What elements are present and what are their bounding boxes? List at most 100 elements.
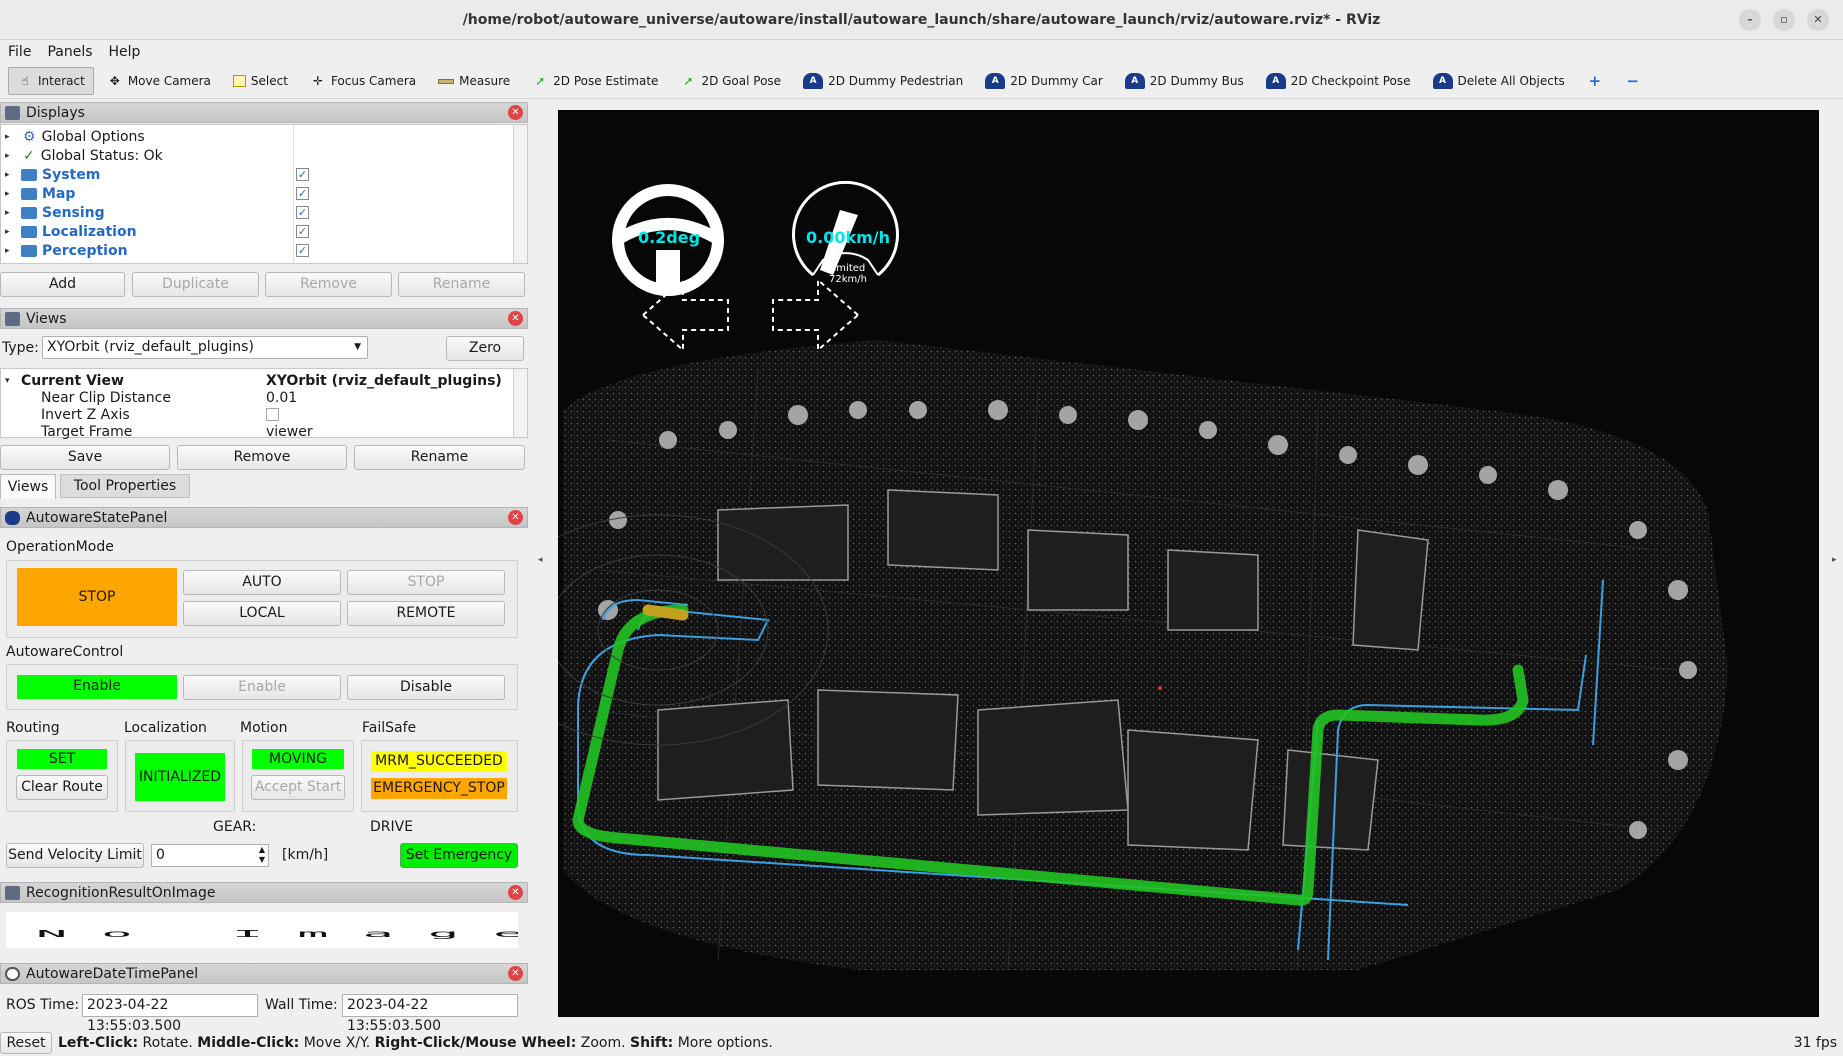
recognition-image: No Image (6, 912, 518, 948)
hint-text: More options. (673, 1035, 773, 1051)
tool-focus-camera[interactable]: ✛ Focus Camera (301, 67, 425, 95)
zero-button[interactable]: Zero (446, 336, 524, 361)
collapse-right-icon[interactable]: ▸ (1832, 555, 1837, 565)
close-icon[interactable]: ✕ (1807, 9, 1829, 31)
localization-checkbox[interactable]: ✓ (296, 225, 309, 238)
tool-checkpoint-pose[interactable]: A 2D Checkpoint Pose (1257, 67, 1420, 95)
close-icon[interactable]: ✕ (508, 510, 523, 525)
menu-panels[interactable]: Panels (47, 44, 92, 60)
plus-icon: + (1588, 72, 1602, 90)
tree-item-map[interactable]: ▸ Map (1, 184, 75, 203)
system-checkbox[interactable]: ✓ (296, 168, 309, 181)
wall-time-field[interactable]: 2023-04-22 13:55:03.500 (342, 994, 518, 1034)
add-tool-button[interactable]: + (1578, 67, 1612, 95)
focus-icon: ✛ (312, 74, 323, 88)
expand-arrow-icon[interactable]: ▸ (5, 246, 15, 256)
tool-select[interactable]: Select (224, 67, 297, 95)
tree-item-global-status[interactable]: ▸ ✓ Global Status: Ok (1, 146, 163, 165)
tool-2d-pose-estimate[interactable]: ➚ 2D Pose Estimate (523, 67, 667, 95)
velocity-limit-input[interactable]: 0 ▲ ▼ (151, 844, 269, 867)
window-titlebar: /home/robot/autoware_universe/autoware/i… (0, 0, 1843, 40)
accept-start-button[interactable]: Accept Start (251, 775, 345, 800)
rename-view-button[interactable]: Rename (354, 445, 525, 470)
collapse-left-icon[interactable]: ◂ (538, 555, 543, 565)
tree-item-global-options[interactable]: ▸ ⚙ Global Options (1, 127, 145, 146)
remote-mode-button[interactable]: REMOTE (347, 601, 505, 626)
target-frame-value[interactable]: viewer (266, 422, 313, 441)
near-clip-value[interactable]: 0.01 (266, 388, 297, 407)
close-icon[interactable]: ✕ (508, 311, 523, 326)
ros-time-field[interactable]: 2023-04-22 13:55:03.500 (82, 994, 258, 1034)
views-scrollbar[interactable] (513, 369, 527, 437)
clear-route-button[interactable]: Clear Route (16, 775, 108, 800)
tool-bar: ☝ Interact ✥ Move Camera Select ✛ Focus Cam… (0, 64, 1843, 99)
tool-label: 2D Dummy Car (1010, 74, 1103, 88)
tree-item-perception[interactable]: ▸ Perception (1, 241, 128, 260)
tool-label: 2D Dummy Bus (1149, 74, 1244, 88)
set-emergency-button[interactable]: Set Emergency (400, 843, 518, 868)
enable-control-button[interactable]: Enable (183, 675, 341, 700)
tool-dummy-bus[interactable]: A 2D Dummy Bus (1116, 67, 1253, 95)
perception-checkbox[interactable]: ✓ (296, 244, 309, 257)
point-cloud-map (558, 180, 1728, 971)
tab-tool-properties[interactable]: Tool Properties (60, 474, 190, 498)
spinner-icon[interactable]: ▲ ▼ (259, 845, 265, 865)
save-view-button[interactable]: Save (0, 445, 170, 470)
expand-arrow-icon[interactable]: ▸ (5, 170, 15, 180)
duplicate-display-button[interactable]: Duplicate (132, 272, 259, 297)
tool-delete-all-objects[interactable]: A Delete All Objects (1424, 67, 1574, 95)
collapse-arrow-icon[interactable]: ▾ (5, 376, 15, 386)
tool-move-camera[interactable]: ✥ Move Camera (98, 67, 220, 95)
turn-signal-right-icon (772, 277, 860, 353)
expand-arrow-icon[interactable]: ▸ (5, 151, 15, 161)
tool-2d-goal-pose[interactable]: ➚ 2D Goal Pose (671, 67, 790, 95)
tree-item-localization[interactable]: ▸ Localization (1, 222, 137, 241)
tab-views[interactable]: Views (0, 474, 56, 499)
tool-label: Interact (38, 74, 85, 88)
steering-angle-text: 0.2deg (637, 228, 701, 247)
tool-interact[interactable]: ☝ Interact (8, 67, 94, 95)
expand-arrow-icon[interactable]: ▸ (5, 189, 15, 199)
views-title: Views (26, 310, 67, 327)
tool-dummy-pedestrian[interactable]: A 2D Dummy Pedestrian (794, 67, 972, 95)
stop-mode-button[interactable]: STOP (347, 570, 505, 595)
expand-arrow-icon[interactable]: ▸ (5, 132, 15, 142)
auto-mode-button[interactable]: AUTO (183, 570, 341, 595)
remove-tool-button[interactable]: − (1616, 67, 1650, 95)
remove-view-button[interactable]: Remove (177, 445, 347, 470)
minimize-icon[interactable]: – (1739, 9, 1761, 31)
tool-dummy-car[interactable]: A 2D Dummy Car (976, 67, 1112, 95)
local-mode-button[interactable]: LOCAL (183, 601, 341, 626)
tree-item-sensing[interactable]: ▸ Sensing (1, 203, 105, 222)
invert-z-checkbox[interactable] (266, 408, 279, 421)
send-velocity-limit-button[interactable]: Send Velocity Limit (6, 843, 144, 868)
maximize-icon[interactable]: ▫ (1773, 9, 1795, 31)
displays-tree[interactable]: ▸ ⚙ Global Options ▸ ✓ Global Status: Ok ▸ Sy… (0, 124, 528, 265)
map-checkbox[interactable]: ✓ (296, 187, 309, 200)
displays-scrollbar[interactable] (513, 125, 527, 263)
datetime-header: AutowareDateTimePanel ✕ (0, 963, 528, 984)
view-type-select[interactable]: XYOrbit (rviz_default_plugins) ▼ (42, 336, 368, 359)
reset-button[interactable]: Reset (0, 1032, 52, 1054)
expand-arrow-icon[interactable]: ▸ (5, 227, 15, 237)
remove-display-button[interactable]: Remove (265, 272, 392, 297)
view-properties-tree[interactable]: ▾ Current View XYOrbit (rviz_default_plug… (0, 368, 528, 441)
rename-display-button[interactable]: Rename (398, 272, 525, 297)
menu-help[interactable]: Help (109, 44, 141, 60)
hint-text: Rotate. (138, 1035, 198, 1051)
menu-file[interactable]: File (8, 44, 31, 60)
expand-arrow-icon[interactable]: ▸ (5, 208, 15, 218)
disable-control-button[interactable]: Disable (347, 675, 505, 700)
render-viewport[interactable]: 0.2deg 0.00km/h limited 72km/h (558, 110, 1819, 1017)
add-display-button[interactable]: Add (0, 272, 125, 297)
folder-icon (21, 168, 37, 181)
check-icon: ✓ (23, 147, 35, 164)
tree-item-label: Localization (42, 223, 137, 240)
close-icon[interactable]: ✕ (508, 966, 523, 981)
autoware-icon: A (985, 73, 1006, 89)
tool-measure[interactable]: Measure (429, 67, 519, 95)
tree-item-system[interactable]: ▸ System (1, 165, 100, 184)
close-icon[interactable]: ✕ (508, 885, 523, 900)
sensing-checkbox[interactable]: ✓ (296, 206, 309, 219)
close-icon[interactable]: ✕ (508, 105, 523, 120)
